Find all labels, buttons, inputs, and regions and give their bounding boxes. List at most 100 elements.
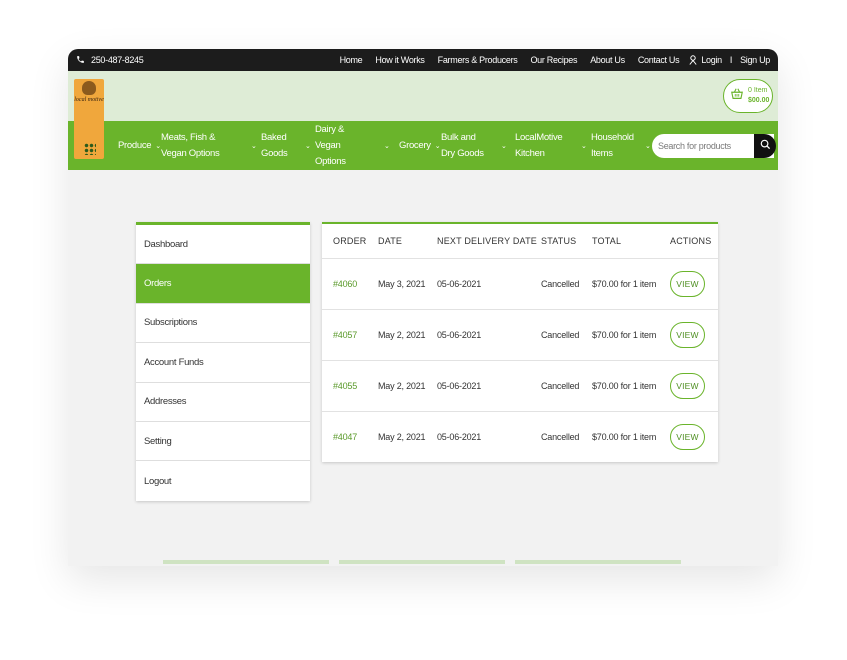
nav-label: Dairy & Vegan Options — [315, 123, 346, 167]
order-date: May 2, 2021 — [378, 309, 437, 361]
nav-household-items[interactable]: Household Items ⌄ — [591, 121, 651, 170]
top-link-contact-us[interactable]: Contact Us — [638, 55, 680, 65]
nav-label: Baked Goods — [261, 131, 288, 159]
top-link-our-recipes[interactable]: Our Recipes — [530, 55, 577, 65]
column-header-date: DATE — [378, 224, 437, 259]
sidebar-item-orders[interactable]: Orders — [136, 264, 310, 304]
next-delivery-date: 05-06-2021 — [437, 309, 541, 361]
logo-dots-decoration — [84, 143, 96, 155]
chevron-down-icon: ⌄ — [305, 142, 311, 150]
nav-meats-fish-vegan[interactable]: Meats, Fish & Vegan Options ⌄ — [161, 121, 257, 170]
tree-icon — [82, 81, 96, 95]
signup-link[interactable]: Sign Up — [740, 55, 770, 65]
order-number-link[interactable]: #4047 — [322, 411, 378, 462]
view-order-button[interactable]: VIEW — [670, 372, 705, 399]
sidebar-item-subscriptions[interactable]: Subscriptions — [136, 304, 310, 344]
account-content: Dashboard Orders Subscriptions Account F… — [68, 170, 778, 566]
cart-amount: $00.00 — [748, 97, 770, 104]
order-actions: VIEW — [670, 360, 718, 412]
order-date: May 2, 2021 — [378, 431, 426, 442]
order-status: Cancelled — [541, 309, 592, 361]
top-link-how-it-works[interactable]: How it Works — [375, 55, 425, 65]
user-icon[interactable] — [689, 55, 697, 65]
search-input[interactable] — [652, 135, 752, 157]
order-number-link[interactable]: #4060 — [322, 258, 378, 310]
browser-frame: 250-487-8245 Home How it Works Farmers &… — [68, 49, 778, 566]
order-total: $70.00 for 1 item — [592, 360, 670, 412]
table-row: #4060 May 3, 2021 05-06-2021 Cancelled $… — [322, 258, 718, 310]
order-date: May 3, 2021 — [378, 258, 437, 310]
footer-strip — [163, 560, 329, 564]
cart-summary: 0 Item $00.00 — [748, 86, 769, 106]
column-header-status: STATUS — [541, 224, 592, 259]
orders-table: ORDER DATE NEXT DELIVERY DATE STATUS TOT… — [322, 224, 718, 462]
order-total: $70.00 for 1 item — [592, 258, 670, 310]
table-row: #4055 May 2, 2021 05-06-2021 Cancelled $… — [322, 360, 718, 412]
cart-item-count: 0 Item — [748, 87, 768, 94]
sidebar-item-dashboard[interactable]: Dashboard — [136, 225, 310, 265]
column-header-total: TOTAL — [592, 224, 670, 259]
sidebar-item-logout[interactable]: Logout — [136, 461, 310, 500]
next-delivery-date: 05-06-2021 — [437, 258, 541, 310]
top-links: Home How it Works Farmers & Producers Ou… — [327, 55, 771, 65]
column-header-next-delivery: NEXT DELIVERY DATE — [437, 224, 541, 259]
sidebar-item-account-funds[interactable]: Account Funds — [136, 343, 310, 383]
nav-label: Bulk and Dry Goods — [441, 131, 484, 159]
top-link-about-us[interactable]: About Us — [590, 55, 625, 65]
nav-produce[interactable]: Produce ⌄ — [118, 121, 161, 170]
table-row: #4057 May 2, 2021 05-06-2021 Cancelled $… — [322, 309, 718, 361]
chevron-down-icon: ⌄ — [384, 142, 390, 150]
nav-grocery[interactable]: Grocery ⌄ — [399, 121, 441, 170]
nav-label: Household Items — [591, 131, 634, 159]
nav-dairy-vegan[interactable]: Dairy & Vegan Options ⌄ — [315, 121, 390, 170]
footer-strip — [339, 560, 505, 564]
logo-band: local motive 0 Item $00.00 — [68, 71, 778, 159]
nav-baked-goods[interactable]: Baked Goods ⌄ — [261, 121, 311, 170]
table-header-row: ORDER DATE NEXT DELIVERY DATE STATUS TOT… — [322, 224, 718, 259]
order-actions: VIEW — [670, 411, 718, 462]
order-status: Cancelled — [541, 360, 592, 412]
view-order-button[interactable]: VIEW — [670, 270, 705, 297]
chevron-down-icon: ⌄ — [581, 142, 587, 150]
column-header-actions: ACTIONS — [670, 224, 718, 259]
table-row: #4047 May 2, 2021 05-06-2021 Cancelled $… — [322, 411, 718, 462]
nav-label: LocalMotive Kitchen — [515, 131, 563, 159]
link-separator: I — [729, 55, 733, 65]
top-link-farmers-producers[interactable]: Farmers & Producers — [438, 55, 518, 65]
chevron-down-icon: ⌄ — [434, 142, 441, 150]
logo-wordmark: local motive — [74, 97, 104, 103]
chevron-down-icon: ⌄ — [251, 142, 257, 150]
nav-label: Meats, Fish & Vegan Options — [161, 131, 220, 159]
order-status: Cancelled — [541, 258, 592, 310]
order-actions: VIEW — [670, 309, 718, 361]
site-logo[interactable]: local motive — [74, 79, 104, 159]
order-actions: VIEW — [670, 258, 718, 310]
phone-contact[interactable]: 250-487-8245 — [76, 55, 144, 66]
chevron-down-icon: ⌄ — [645, 142, 651, 150]
sidebar-item-setting[interactable]: Setting — [136, 422, 310, 462]
top-link-home[interactable]: Home — [340, 55, 363, 65]
sidebar-item-addresses[interactable]: Addresses — [136, 383, 310, 422]
order-date: May 2, 2021 — [378, 360, 437, 412]
orders-table-card: ORDER DATE NEXT DELIVERY DATE STATUS TOT… — [322, 222, 718, 462]
order-number-link[interactable]: #4055 — [322, 360, 378, 412]
nav-bulk-dry-goods[interactable]: Bulk and Dry Goods ⌄ — [441, 121, 507, 170]
nav-label: Grocery — [399, 139, 431, 151]
view-order-button[interactable]: VIEW — [670, 423, 705, 450]
nav-label: Produce — [118, 139, 152, 151]
column-header-order: ORDER — [322, 224, 378, 259]
order-number-link[interactable]: #4057 — [322, 309, 378, 361]
chevron-down-icon: ⌄ — [501, 142, 507, 150]
top-bar: 250-487-8245 Home How it Works Farmers &… — [68, 49, 778, 71]
cart-button[interactable]: 0 Item $00.00 — [723, 79, 773, 113]
order-total: $70.00 for 1 item — [592, 309, 670, 361]
login-link[interactable]: Login — [701, 55, 722, 65]
nav-localmotive-kitchen[interactable]: LocalMotive Kitchen ⌄ — [515, 121, 587, 170]
phone-number: 250-487-8245 — [91, 55, 144, 65]
product-search — [652, 134, 776, 158]
search-button[interactable] — [754, 134, 776, 158]
view-order-button[interactable]: VIEW — [670, 321, 705, 348]
account-sidebar: Dashboard Orders Subscriptions Account F… — [136, 222, 310, 501]
footer-strip — [515, 560, 681, 564]
order-status: Cancelled — [541, 431, 580, 442]
